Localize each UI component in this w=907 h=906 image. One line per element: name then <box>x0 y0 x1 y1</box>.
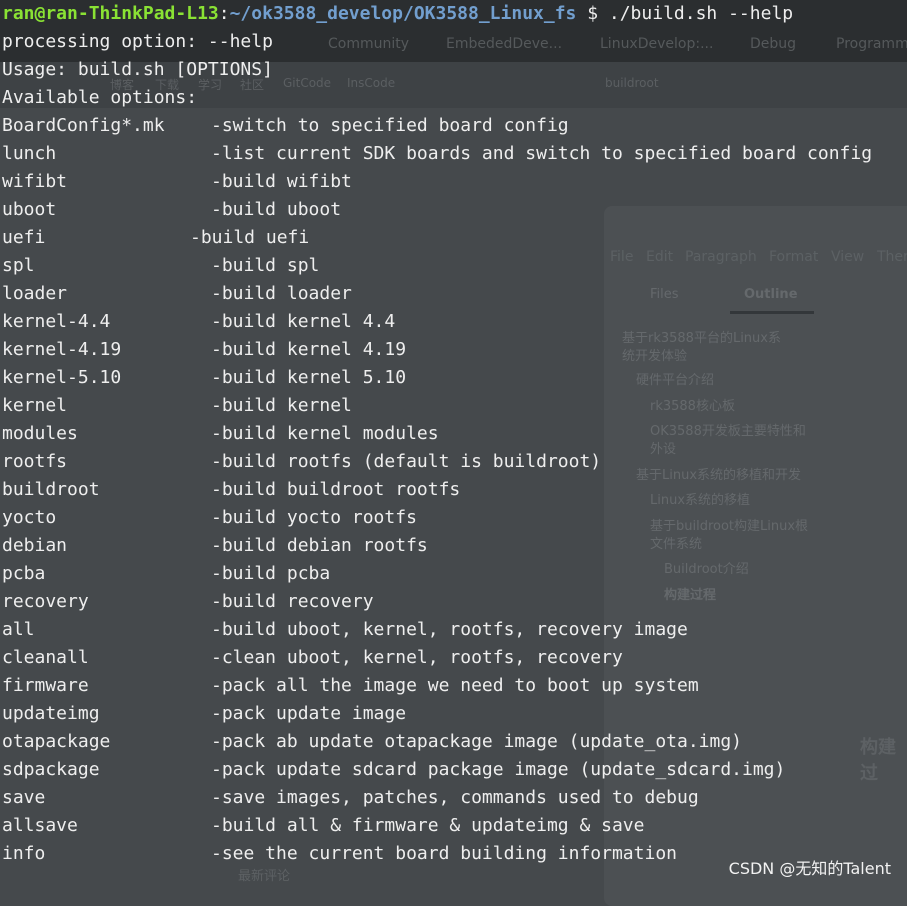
option-name: kernel <box>2 395 68 416</box>
option-description: -build kernel 4.19 <box>211 339 407 360</box>
option-name: loader <box>2 283 68 304</box>
option-name: otapackage <box>2 731 111 752</box>
option-description: -build kernel modules <box>211 423 439 444</box>
option-name: save <box>2 787 46 808</box>
option-name: rootfs <box>2 451 68 472</box>
outline-item[interactable]: 构建过程 <box>664 587 834 605</box>
menu-view[interactable]: View <box>831 249 864 265</box>
option-name: BoardConfig*.mk <box>2 115 165 136</box>
option-name: uefi <box>2 227 46 248</box>
option-description: -clean uboot, kernel, rootfs, recovery <box>211 647 623 668</box>
option-name: spl <box>2 255 35 276</box>
bookmark[interactable]: Programm <box>836 36 907 52</box>
tab-underline <box>730 311 814 314</box>
option-description: -build uboot <box>211 199 342 220</box>
outline-item[interactable]: rk3588核心板 <box>650 398 820 416</box>
nav-link[interactable]: InsCode <box>347 76 395 90</box>
menu-edit[interactable]: Edit <box>646 249 673 265</box>
option-description: -build uefi <box>190 227 310 248</box>
option-description: -build loader <box>211 283 352 304</box>
prompt-user: ran@ran-ThinkPad-L13 <box>2 3 219 24</box>
option-name: firmware <box>2 675 89 696</box>
article-heading: 构建过 <box>860 737 896 784</box>
bookmark[interactable]: LinuxDevelop:... <box>600 36 713 52</box>
option-name: kernel-4.19 <box>2 339 122 360</box>
prompt-command: $ ./build.sh --help <box>576 3 794 24</box>
option-name: yocto <box>2 507 57 528</box>
option-description: -pack update image <box>211 703 407 724</box>
option-description: -build kernel <box>211 395 352 416</box>
option-name: wifibt <box>2 171 68 192</box>
nav-link[interactable]: GitCode <box>283 76 331 90</box>
option-description: -save images, patches, commands used to … <box>211 787 699 808</box>
option-description: -build kernel 4.4 <box>211 311 396 332</box>
option-description: -build buildroot rootfs <box>211 479 461 500</box>
outline-item[interactable]: 基于buildroot构建Linux根文件系统 <box>650 518 810 554</box>
output-line: Usage: build.sh [OPTIONS] <box>2 59 273 80</box>
watermark: CSDN @无知的Talent <box>728 859 891 878</box>
outline-item[interactable]: 基于Linux系统的移植和开发 <box>636 467 806 485</box>
outline-item[interactable]: Buildroot介绍 <box>664 561 834 579</box>
option-description: -build debian rootfs <box>211 535 428 556</box>
menu-format[interactable]: Format <box>769 249 818 265</box>
option-name: lunch <box>2 143 57 164</box>
option-description: -build rootfs (default is buildroot) <box>211 451 602 472</box>
option-description: -build uboot, kernel, rootfs, recovery i… <box>211 619 688 640</box>
option-description: -list current SDK boards and switch to s… <box>211 143 873 164</box>
option-description: -switch to specified board config <box>211 115 569 136</box>
option-description: -pack ab update otapackage image (update… <box>211 731 743 752</box>
option-description: -build spl <box>211 255 320 276</box>
option-description: -build kernel 5.10 <box>211 367 407 388</box>
bookmark[interactable]: EmbededDeve... <box>446 36 562 52</box>
outline-item[interactable]: 基于rk3588平台的Linux系统开发体验 <box>622 330 792 366</box>
option-description: -build yocto rootfs <box>211 507 417 528</box>
option-name: pcba <box>2 563 46 584</box>
bookmark[interactable]: Community <box>328 36 409 52</box>
menu-file[interactable]: File <box>610 249 633 265</box>
option-name: allsave <box>2 815 78 836</box>
option-description: -build wifibt <box>211 171 352 192</box>
option-name: recovery <box>2 591 89 612</box>
option-name: modules <box>2 423 78 444</box>
output-line: Available options: <box>2 87 198 108</box>
menu-paragraph[interactable]: Paragraph <box>685 249 757 265</box>
option-description: -build pcba <box>211 563 331 584</box>
bookmark[interactable]: Debug <box>750 36 796 52</box>
tab-outline[interactable]: Outline <box>744 286 907 304</box>
option-name: info <box>2 843 46 864</box>
option-name: sdpackage <box>2 759 100 780</box>
outline-item[interactable]: OK3588开发板主要特性和外设 <box>650 423 810 459</box>
option-name: all <box>2 619 35 640</box>
option-description: -pack update sdcard package image (updat… <box>211 759 786 780</box>
option-name: uboot <box>2 199 57 220</box>
prompt-line: ran@ran-ThinkPad-L13:~/ok3588_develop/OK… <box>2 3 794 24</box>
prompt-path: ~/ok3588_develop/OK3588_Linux_fs <box>229 3 577 24</box>
option-description: -build recovery <box>211 591 374 612</box>
outline-item[interactable]: 硬件平台介绍 <box>636 372 806 390</box>
outline-item[interactable]: Linux系统的移植 <box>650 492 820 510</box>
output-line: processing option: --help <box>2 31 273 52</box>
search-field[interactable]: buildroot <box>605 76 659 90</box>
option-description: -pack all the image we need to boot up s… <box>211 675 699 696</box>
option-name: kernel-5.10 <box>2 367 122 388</box>
option-description: -see the current board building informat… <box>211 843 677 864</box>
option-name: updateimg <box>2 703 100 724</box>
option-name: kernel-4.4 <box>2 311 111 332</box>
option-description: -build all & firmware & updateimg & save <box>211 815 645 836</box>
option-name: cleanall <box>2 647 89 668</box>
option-name: buildroot <box>2 479 100 500</box>
menu-theme[interactable]: Ther <box>877 249 907 265</box>
option-name: debian <box>2 535 68 556</box>
